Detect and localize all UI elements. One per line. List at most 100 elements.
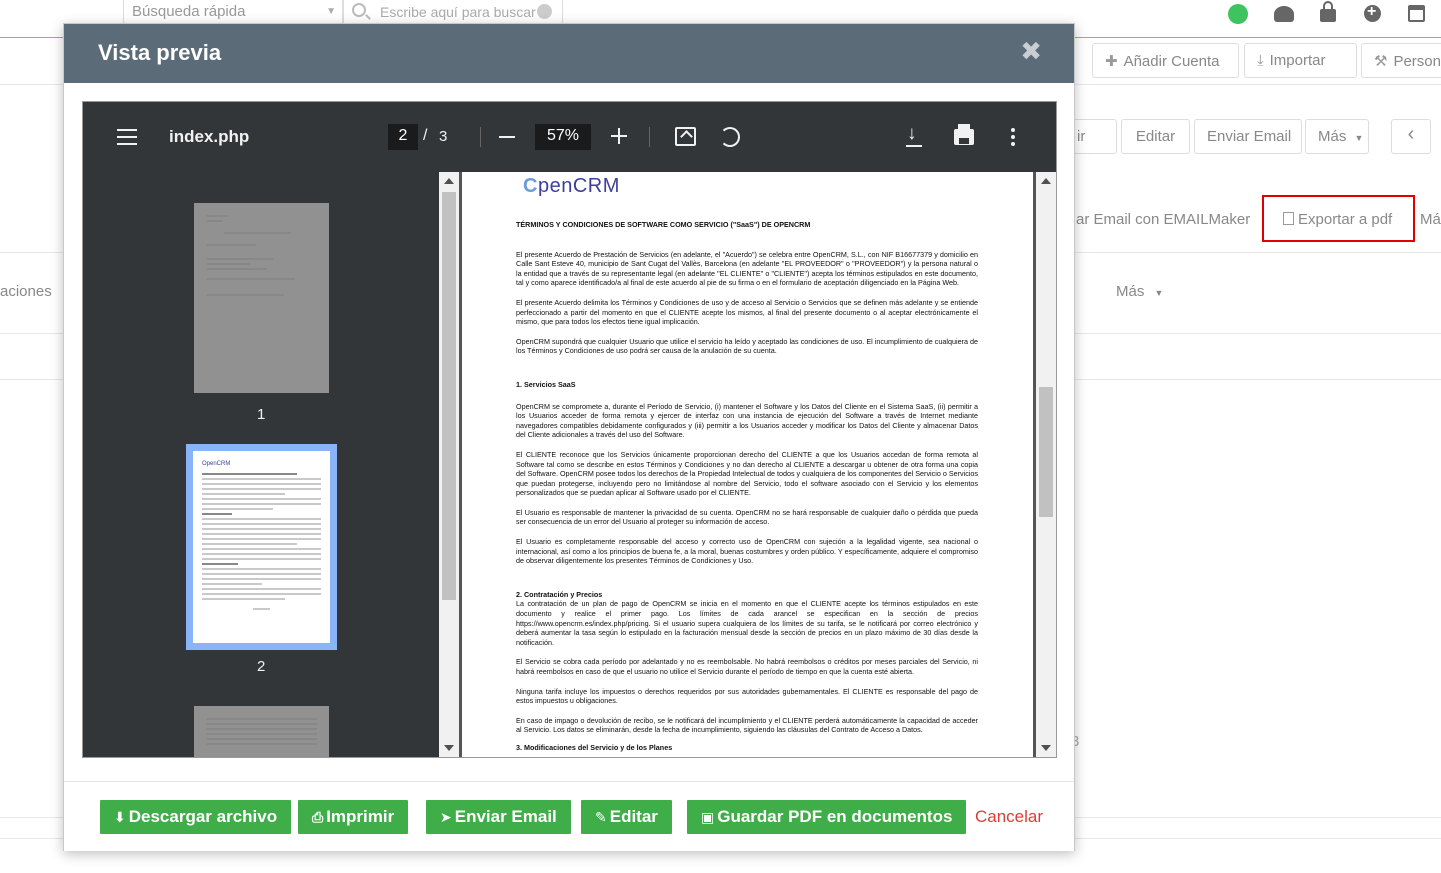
close-icon[interactable]: ✖ — [1020, 36, 1042, 67]
edit-icon: ✎ — [595, 809, 607, 825]
check-circle-icon[interactable] — [537, 4, 552, 19]
tab-relations-partial[interactable]: aciones — [0, 283, 52, 300]
calendar-icon[interactable] — [1408, 5, 1425, 22]
tab-more[interactable]: Más ▼ — [1116, 283, 1163, 300]
edit-label: Editar — [609, 807, 658, 826]
search-input[interactable]: Escribe aquí para buscar — [343, 0, 563, 24]
print-icon: ⎙ — [312, 809, 324, 825]
paragraph: El Servicio se cobra cada período por ad… — [516, 657, 978, 676]
page-scrollbar[interactable] — [1036, 172, 1056, 757]
wrench-icon: ⚒ — [1374, 53, 1388, 70]
total-pages: 3 — [439, 128, 448, 145]
send-email-button[interactable]: ➤ Enviar Email — [426, 800, 571, 834]
download-icon: ⬇ — [114, 809, 126, 825]
chevron-down-icon: ▼ — [326, 6, 336, 17]
thumbnail-sidebar: 1 OpenCRM 2 — [83, 172, 439, 757]
import-button[interactable]: ⤓ Importar — [1244, 43, 1357, 78]
opencrm-logo: CpenCRM — [523, 175, 620, 197]
zoom-in-icon[interactable] — [611, 128, 627, 144]
rotate-icon[interactable] — [720, 127, 740, 147]
caret-down-icon: ▼ — [1354, 133, 1364, 143]
paragraph: El presente Acuerdo de Prestación de Ser… — [516, 249, 978, 288]
download-icon: ⤓ — [1257, 52, 1264, 69]
download-file-button[interactable]: ⬇ Descargar archivo — [100, 800, 292, 834]
print-label: Imprimir — [326, 807, 395, 826]
zoom-input[interactable]: 57% — [535, 124, 591, 150]
save-pdf-button[interactable]: ▣ Guardar PDF en documentos — [687, 800, 967, 834]
previous-record-button[interactable]: ‹ — [1391, 119, 1431, 154]
print-icon[interactable] — [954, 124, 974, 145]
scroll-up-icon[interactable] — [1041, 178, 1051, 184]
add-circle-icon[interactable] — [1364, 3, 1381, 22]
search-icon — [352, 3, 366, 17]
personalize-button[interactable]: ⚒ Person — [1361, 43, 1441, 78]
download-file-label: Descargar archivo — [128, 807, 278, 826]
preview-modal: Vista previa ✖ index.php 2 / 3 57% ↓ 1 O… — [63, 23, 1075, 851]
more-actions-label: Má — [1420, 211, 1441, 228]
scroll-down-icon[interactable] — [444, 745, 454, 751]
quick-search-select[interactable]: Búsqueda rápida ▼ — [123, 0, 343, 24]
add-account-label: Añadir Cuenta — [1123, 53, 1220, 70]
plus-icon: ✚ — [1105, 53, 1118, 70]
thumbnail-label-1: 1 — [257, 406, 266, 423]
page-separator: / — [423, 127, 428, 144]
section-heading: 2. Contratación y Precios — [516, 589, 603, 599]
modal-footer: ⬇ Descargar archivo ⎙ Imprimir ➤ Enviar Ema… — [64, 781, 1074, 851]
page-number-input[interactable]: 2 — [388, 124, 418, 150]
more-actions-partial[interactable]: Má — [1420, 211, 1441, 228]
caret-down-icon: ▼ — [1154, 288, 1164, 298]
section-heading: 3. Modificaciones del Servicio y de los … — [516, 742, 673, 752]
send-emailmaker-action[interactable]: ar Email con EMAILMaker — [1076, 211, 1250, 228]
fit-page-icon[interactable] — [675, 127, 696, 146]
tab-relations-label: aciones — [0, 283, 52, 300]
modal-header: Vista previa ✖ — [64, 24, 1074, 83]
scrollbar-thumb[interactable] — [1039, 387, 1053, 517]
paragraph: El CLIENTE reconoce que los Servicios ún… — [516, 449, 978, 498]
paragraph: El Usuario es responsable de mantener la… — [516, 507, 978, 527]
search-placeholder: Escribe aquí para buscar — [380, 4, 536, 20]
send-email-button[interactable]: Enviar Email — [1194, 119, 1302, 154]
edit-button[interactable]: Editar — [1121, 119, 1190, 154]
menu-icon[interactable] — [117, 129, 137, 145]
modal-title: Vista previa — [98, 40, 222, 65]
document-body: TÉRMINOS Y CONDICIONES DE SOFTWARE COMO … — [516, 220, 978, 753]
whatsapp-icon[interactable] — [1228, 4, 1248, 24]
save-icon: ▣ — [701, 809, 715, 825]
import-label: Importar — [1269, 52, 1326, 69]
thumbnail-label-2: 2 — [257, 658, 266, 675]
partial-button-label: ir — [1077, 128, 1086, 145]
thumbnail-page-2[interactable]: OpenCRM — [186, 444, 337, 650]
pdf-filename: index.php — [169, 127, 250, 146]
thumbnail-page-3[interactable] — [194, 706, 329, 757]
paragraph: La contratación de un plan de pago de Op… — [516, 599, 978, 647]
cancel-link[interactable]: Cancelar — [975, 807, 1043, 827]
add-account-button[interactable]: ✚ Añadir Cuenta — [1092, 43, 1239, 78]
paragraph: En caso de impago o devolución de recibo… — [516, 715, 978, 735]
print-button[interactable]: ⎙ Imprimir — [298, 800, 409, 834]
save-pdf-label: Guardar PDF en documentos — [717, 807, 953, 826]
scrollbar-thumb[interactable] — [442, 192, 456, 600]
pdf-viewer: index.php 2 / 3 57% ↓ 1 OpenCRM 2 CpenCR… — [82, 101, 1057, 758]
edit-label: Editar — [1135, 128, 1176, 145]
more-button[interactable]: Más ▼ — [1305, 119, 1369, 154]
pdf-toolbar: index.php 2 / 3 57% — [83, 102, 1056, 172]
scroll-down-icon[interactable] — [1041, 745, 1051, 751]
thumbnail-page-1[interactable] — [194, 203, 329, 393]
dashboard-icon[interactable] — [1274, 6, 1294, 22]
tab-more-label: Más — [1116, 283, 1145, 300]
personalize-label: Person — [1393, 53, 1441, 70]
quick-search-label: Búsqueda rápida — [132, 3, 246, 20]
toolbar-divider — [649, 127, 650, 147]
thumbnail-page-2-content: OpenCRM — [193, 451, 330, 643]
highlight-frame — [1262, 195, 1415, 242]
zoom-out-icon[interactable] — [499, 136, 515, 138]
document-title: TÉRMINOS Y CONDICIONES DE SOFTWARE COMO … — [516, 220, 811, 229]
paragraph: El presente Acuerdo delimita los Término… — [516, 297, 978, 327]
thumbnail-scrollbar[interactable] — [439, 172, 459, 757]
edit-button[interactable]: ✎ Editar — [581, 800, 672, 834]
lock-icon[interactable] — [1320, 1, 1336, 22]
download-icon[interactable] — [906, 123, 922, 147]
scroll-up-icon[interactable] — [444, 178, 454, 184]
paragraph: OpenCRM supondrá que cualquier Usuario q… — [516, 336, 978, 356]
more-vertical-icon[interactable] — [1011, 128, 1015, 146]
